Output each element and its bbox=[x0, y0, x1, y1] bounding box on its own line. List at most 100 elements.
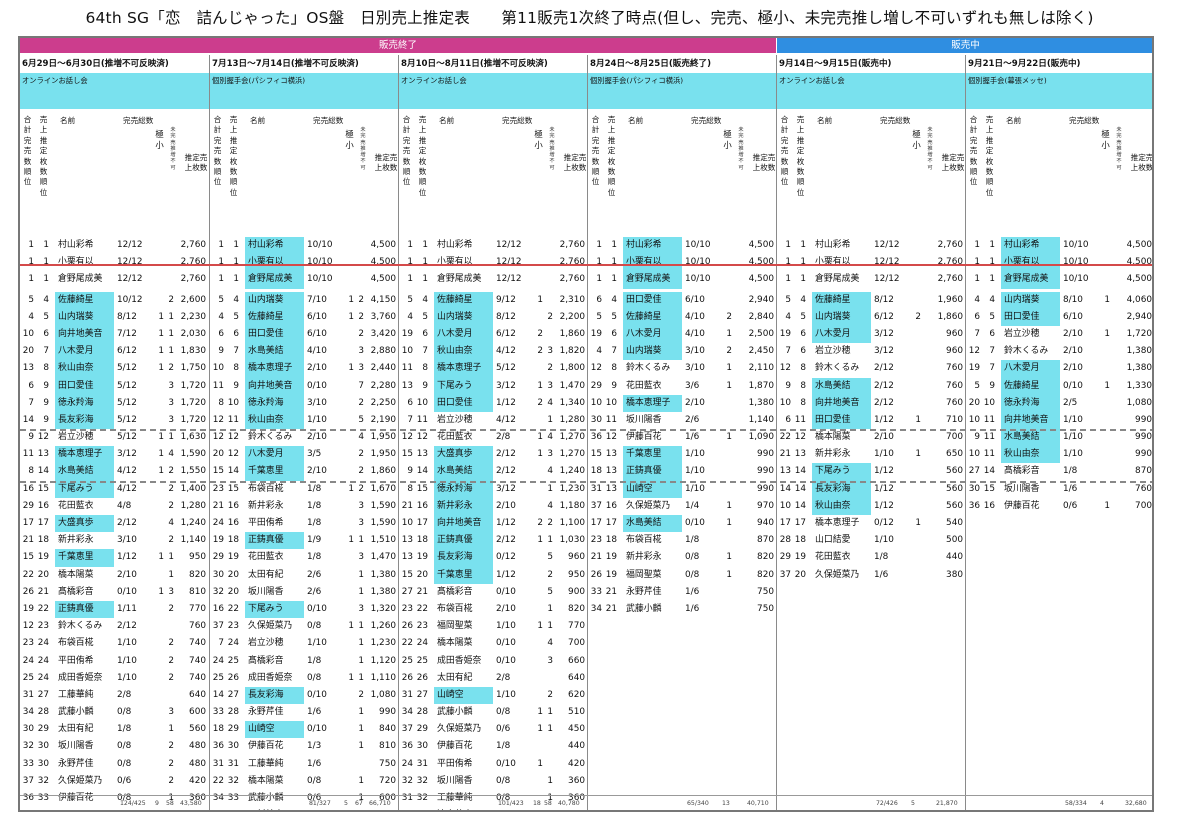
header-rank-total: 合計完売数順位 bbox=[23, 115, 32, 187]
table-row: 8 14 水島美結 4/12 1 2 1,550 bbox=[20, 463, 209, 481]
sold-count: 1/8 bbox=[307, 518, 322, 528]
member-name: 秋山由奈 bbox=[1001, 446, 1060, 464]
sales-estimate: 2,230 bbox=[180, 311, 206, 322]
rank-total: 4 bbox=[596, 346, 602, 357]
day-column: 7月13日〜7月14日(推増不可反映済) 個別握手会(パシフィコ横浜) 合計完売数順… bbox=[209, 55, 398, 810]
rank-day: 11 bbox=[605, 414, 617, 425]
member-name: 永野芹佳 bbox=[626, 586, 662, 597]
header-sold-total: 完売総数 bbox=[1069, 116, 1100, 125]
member-name: 工藤華純 bbox=[248, 758, 284, 769]
total-sold: 124/425 bbox=[120, 800, 146, 807]
sold-count: 1/10 bbox=[117, 638, 137, 649]
sales-estimate: 1,380 bbox=[1126, 363, 1152, 374]
rank-day: 24 bbox=[416, 638, 428, 649]
total-kyokushou: 18 bbox=[533, 800, 541, 807]
kyokushou-count: 1 bbox=[158, 449, 164, 460]
member-name: 坂川陽香 bbox=[626, 414, 662, 425]
sales-estimate: 2,760 bbox=[937, 257, 963, 268]
kyokushou-count: 1 bbox=[537, 724, 543, 735]
rank-day: 6 bbox=[800, 328, 806, 339]
rank-total: 9 bbox=[218, 346, 224, 357]
member-name: 村山彩希 bbox=[623, 237, 682, 255]
table-row: 11 13 橋本恵理子 3/12 1 4 1,590 bbox=[20, 446, 209, 464]
sold-count: 2/10 bbox=[874, 432, 894, 443]
sold-count: 1/10 bbox=[685, 483, 705, 494]
sales-estimate: 510 bbox=[568, 707, 585, 718]
rank-day: 4 bbox=[989, 294, 995, 305]
sales-estimate: 1,860 bbox=[559, 328, 585, 339]
kyokushou-count: 1 bbox=[726, 552, 732, 563]
sold-count: 2/6 bbox=[307, 569, 322, 580]
rank-total: 6 bbox=[974, 311, 980, 322]
rank-day: 16 bbox=[605, 500, 617, 511]
sold-count: 0/12 bbox=[874, 518, 894, 528]
member-name: 長友彩海 bbox=[55, 411, 114, 430]
rank-day: 1 bbox=[611, 274, 617, 285]
sold-count: 5/12 bbox=[117, 397, 137, 408]
sales-estimate: 1,470 bbox=[559, 380, 585, 391]
table-row: 12 23 鈴木くるみ 2/12 760 bbox=[20, 618, 209, 635]
rank-total: 22 bbox=[22, 569, 34, 580]
rank-total: 26 bbox=[401, 621, 413, 632]
rank-total: 7 bbox=[407, 414, 413, 425]
member-name: 佐藤綺星 bbox=[812, 291, 871, 309]
column-header: 合計完売数順位 売上推定枚数順位 名前 完売総数 極小 未完売推増不可 推定売上枚数 bbox=[399, 111, 587, 237]
sales-estimate: 1,240 bbox=[180, 518, 206, 528]
sold-count: 3/10 bbox=[685, 346, 705, 357]
sold-count: 2/10 bbox=[307, 432, 327, 443]
sold-count: 7/12 bbox=[117, 328, 137, 339]
rank-total: 32 bbox=[401, 775, 413, 786]
rank-day: 32 bbox=[227, 775, 239, 786]
sold-count: 0/6 bbox=[1063, 500, 1078, 511]
table-row: 31 13 山崎空 1/10 990 bbox=[588, 480, 776, 498]
rank-total: 20 bbox=[22, 346, 34, 357]
sold-count: 0/8 bbox=[307, 672, 322, 683]
sold-count: 6/10 bbox=[307, 328, 327, 339]
rank-total: 26 bbox=[590, 569, 602, 580]
table-row: 6 11 田口愛佳 1/12 1 710 bbox=[777, 411, 965, 430]
sold-count: 5/12 bbox=[117, 380, 137, 391]
member-name: 花田藍衣 bbox=[626, 380, 662, 391]
table-row: 11 8 橋本恵理子 5/12 2 1,800 bbox=[399, 360, 587, 378]
rank-day: 1 bbox=[800, 274, 806, 285]
table-row: 37 23 久保姫菜乃 0/8 1 1 1,260 bbox=[210, 618, 398, 635]
sold-count: 12/12 bbox=[874, 240, 900, 250]
member-name: 太田有紀 bbox=[437, 672, 473, 683]
header-sales: 推定売上枚数 bbox=[563, 153, 587, 172]
sold-count: 1/10 bbox=[307, 638, 327, 649]
rank-day: 8 bbox=[233, 363, 239, 374]
rank-total: 6 bbox=[407, 397, 413, 408]
event-label: オンラインお話し会 bbox=[779, 76, 845, 85]
table-row: 14 14 長友彩海 1/12 560 bbox=[777, 480, 965, 498]
sales-estimate: 2,760 bbox=[559, 257, 585, 268]
kyokushou-count: 1 bbox=[348, 621, 354, 632]
sold-count: 3/12 bbox=[874, 328, 894, 339]
rank-total: 4 bbox=[407, 311, 413, 322]
total-sold: 72/426 bbox=[876, 800, 898, 807]
member-name: 下尾みう bbox=[55, 480, 114, 498]
rank-total: 19 bbox=[590, 328, 602, 339]
total-mikanbai: 58 bbox=[544, 800, 552, 807]
sales-estimate: 820 bbox=[757, 569, 774, 580]
sold-count: 4/12 bbox=[117, 483, 137, 494]
rank-day: 4 bbox=[43, 294, 49, 305]
rank-total: 5 bbox=[785, 294, 791, 305]
table-row: 1 1 村山彩希 10/10 4,500 bbox=[588, 237, 776, 255]
table-row: 36 12 伊藤百花 1/6 1 1,090 bbox=[588, 429, 776, 446]
member-name: 岩立沙穂 bbox=[58, 432, 94, 443]
sales-estimate: 4,500 bbox=[370, 240, 396, 250]
rank-day: 10 bbox=[416, 397, 428, 408]
table-row: 27 14 髙橋彩音 1/8 870 bbox=[966, 463, 1152, 480]
sales-estimate: 1,140 bbox=[180, 535, 206, 546]
table-row: 5 9 佐藤綺星 0/10 1 1,330 bbox=[966, 377, 1152, 395]
rank-total: 30 bbox=[212, 569, 224, 580]
sales-estimate: 2,940 bbox=[1126, 311, 1152, 322]
table-row: 19 6 八木愛月 6/12 2 1,860 bbox=[399, 325, 587, 344]
rank-total: 27 bbox=[401, 586, 413, 597]
member-name: 新井彩永 bbox=[248, 500, 284, 511]
sales-estimate: 1,260 bbox=[370, 621, 396, 632]
table-row: 18 29 山崎空 0/10 1 840 bbox=[210, 721, 398, 739]
rank-day: 9 bbox=[233, 380, 239, 391]
member-name: 長友彩海 bbox=[434, 549, 493, 567]
sales-estimate: 740 bbox=[189, 638, 206, 649]
